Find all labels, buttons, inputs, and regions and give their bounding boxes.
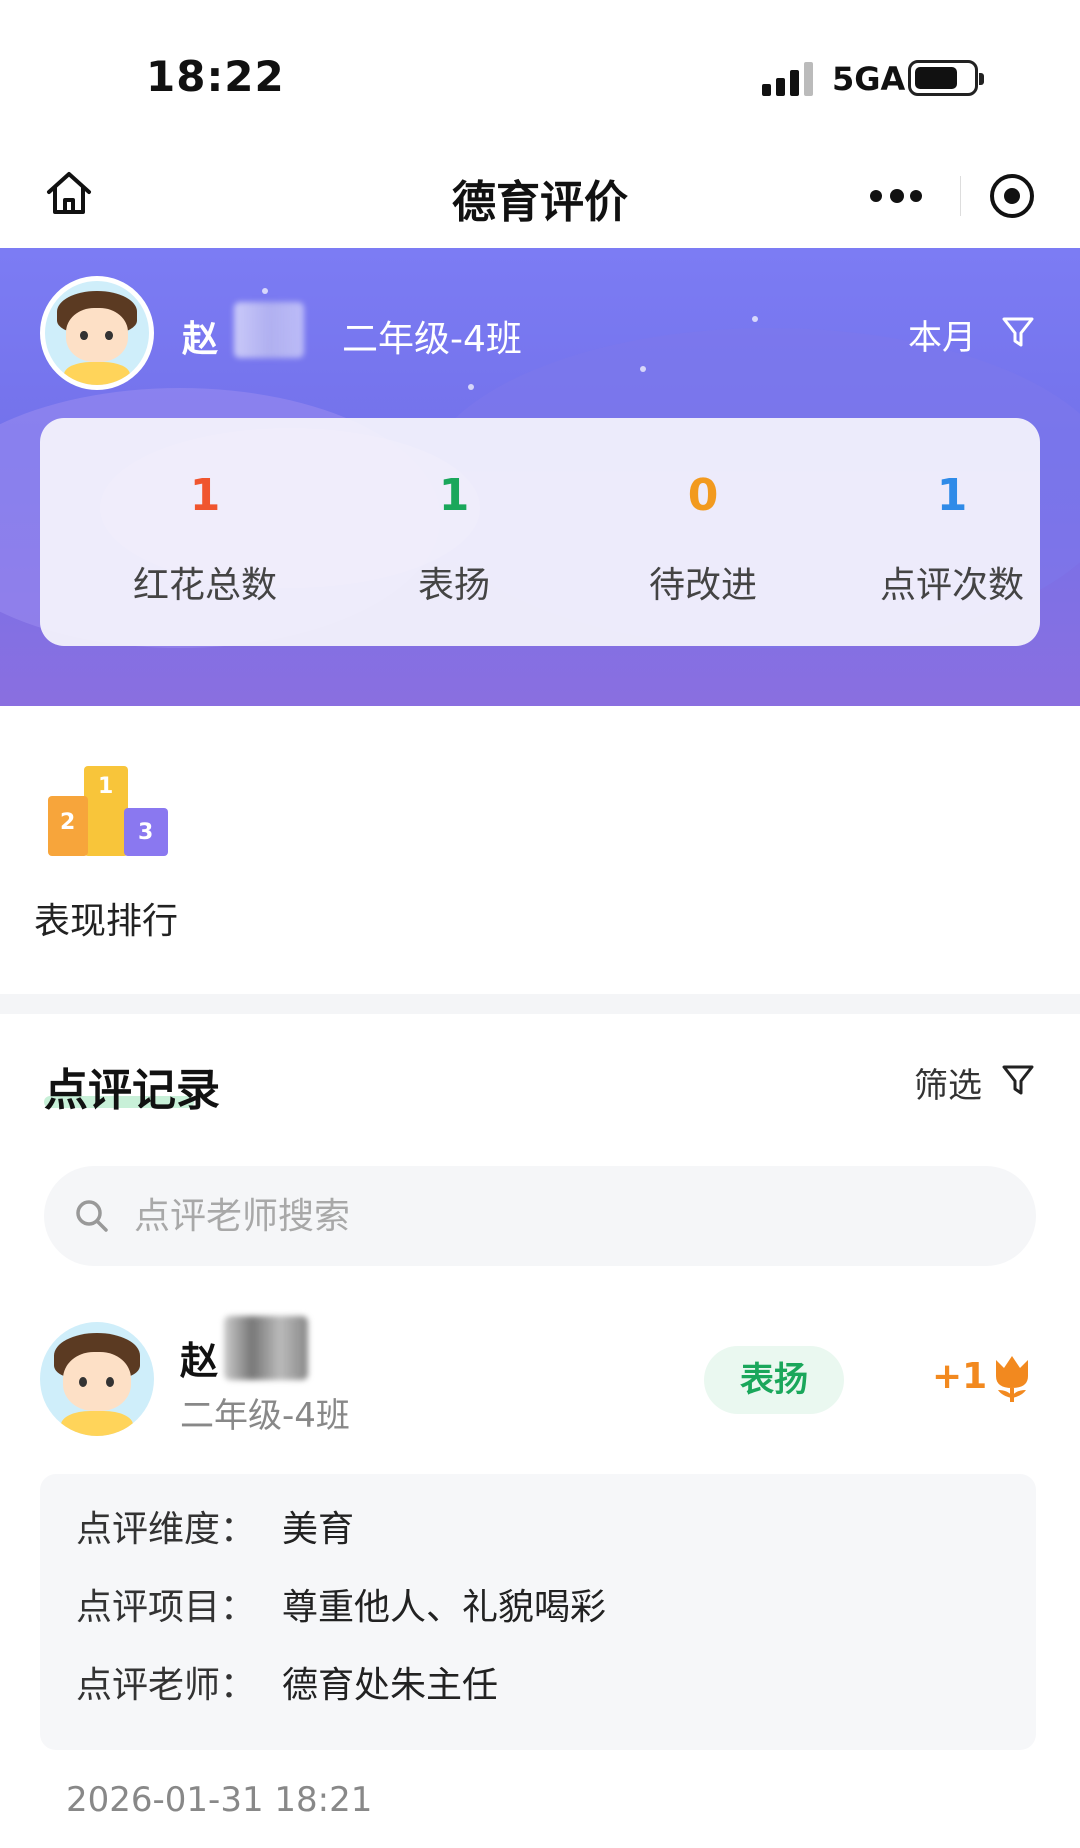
- detail-value: 美育: [282, 1509, 355, 1550]
- ranking-section: 1 2 3 表现排行: [0, 706, 1080, 994]
- status-bar: 18:22 5GA: [0, 0, 1080, 150]
- search-box[interactable]: [44, 1166, 1036, 1266]
- praise-badge: 表扬: [704, 1346, 844, 1414]
- stat-red-flowers[interactable]: 1 红花总数: [80, 418, 330, 646]
- stat-value: 1: [189, 470, 221, 521]
- detail-value: 尊重他人、礼貌喝彩: [282, 1587, 607, 1628]
- records-title: 点评记录: [44, 1065, 220, 1116]
- more-dots-icon[interactable]: [870, 188, 922, 204]
- filter-icon[interactable]: [1000, 1062, 1036, 1098]
- record-student-class: 二年级-4班: [180, 1396, 350, 1436]
- blurred-name: [234, 302, 304, 358]
- stat-praise[interactable]: 1 表扬: [329, 418, 579, 646]
- section-divider: [0, 994, 1080, 1014]
- stat-review-count[interactable]: 1 点评次数: [827, 418, 1077, 646]
- detail-key: 点评维度：: [76, 1509, 257, 1550]
- ranking-label[interactable]: 表现排行: [34, 892, 178, 944]
- close-target-icon[interactable]: [990, 174, 1034, 218]
- capsule-divider: [960, 176, 961, 216]
- stat-value: 0: [687, 470, 719, 521]
- title-bar: 德育评价: [0, 150, 1080, 248]
- student-class: 二年级-4班: [342, 319, 522, 360]
- detail-value: 德育处朱主任: [282, 1665, 499, 1706]
- student-surname: 赵: [182, 319, 219, 360]
- stat-label: 表扬: [417, 565, 490, 606]
- stat-label: 红花总数: [132, 565, 277, 606]
- status-time: 18:22: [146, 52, 285, 101]
- podium-icon[interactable]: 1 2 3: [44, 756, 172, 866]
- period-selector[interactable]: 本月: [908, 310, 976, 359]
- record-timestamp: 2026-01-31 18:21: [66, 1780, 373, 1820]
- red-flower-icon: [996, 1356, 1028, 1402]
- stat-label: 点评次数: [879, 565, 1024, 606]
- record-detail-box: 点评维度： 美育 点评项目： 尊重他人、礼貌喝彩 点评老师： 德育处朱主任: [40, 1474, 1036, 1750]
- detail-row-dimension: 点评维度： 美育: [76, 1500, 354, 1552]
- filter-icon[interactable]: [1000, 314, 1036, 350]
- battery-icon: [908, 60, 984, 96]
- network-type: 5GA: [832, 60, 906, 98]
- stat-to-improve[interactable]: 0 待改进: [578, 418, 828, 646]
- detail-key: 点评老师：: [76, 1665, 257, 1706]
- detail-row-teacher: 点评老师： 德育处朱主任: [76, 1656, 498, 1708]
- search-input[interactable]: [134, 1190, 994, 1242]
- stat-value: 1: [936, 470, 968, 521]
- points-value: +1: [932, 1356, 988, 1397]
- stats-card: 1 红花总数 1 表扬 0 待改进 1 点评次数: [40, 418, 1040, 646]
- record-student-surname: 赵: [180, 1339, 219, 1383]
- student-avatar: [40, 276, 154, 390]
- detail-row-item: 点评项目： 尊重他人、礼貌喝彩: [76, 1578, 606, 1630]
- stat-label: 待改进: [648, 565, 757, 606]
- blurred-name: [224, 1316, 308, 1380]
- mini-program-capsule: [852, 154, 1048, 238]
- search-icon: [76, 1200, 108, 1232]
- records-filter-button[interactable]: 筛选: [914, 1058, 982, 1107]
- stat-value: 1: [438, 470, 470, 521]
- record-avatar: [40, 1322, 154, 1436]
- detail-key: 点评项目：: [76, 1587, 257, 1628]
- signal-icon: [762, 62, 816, 96]
